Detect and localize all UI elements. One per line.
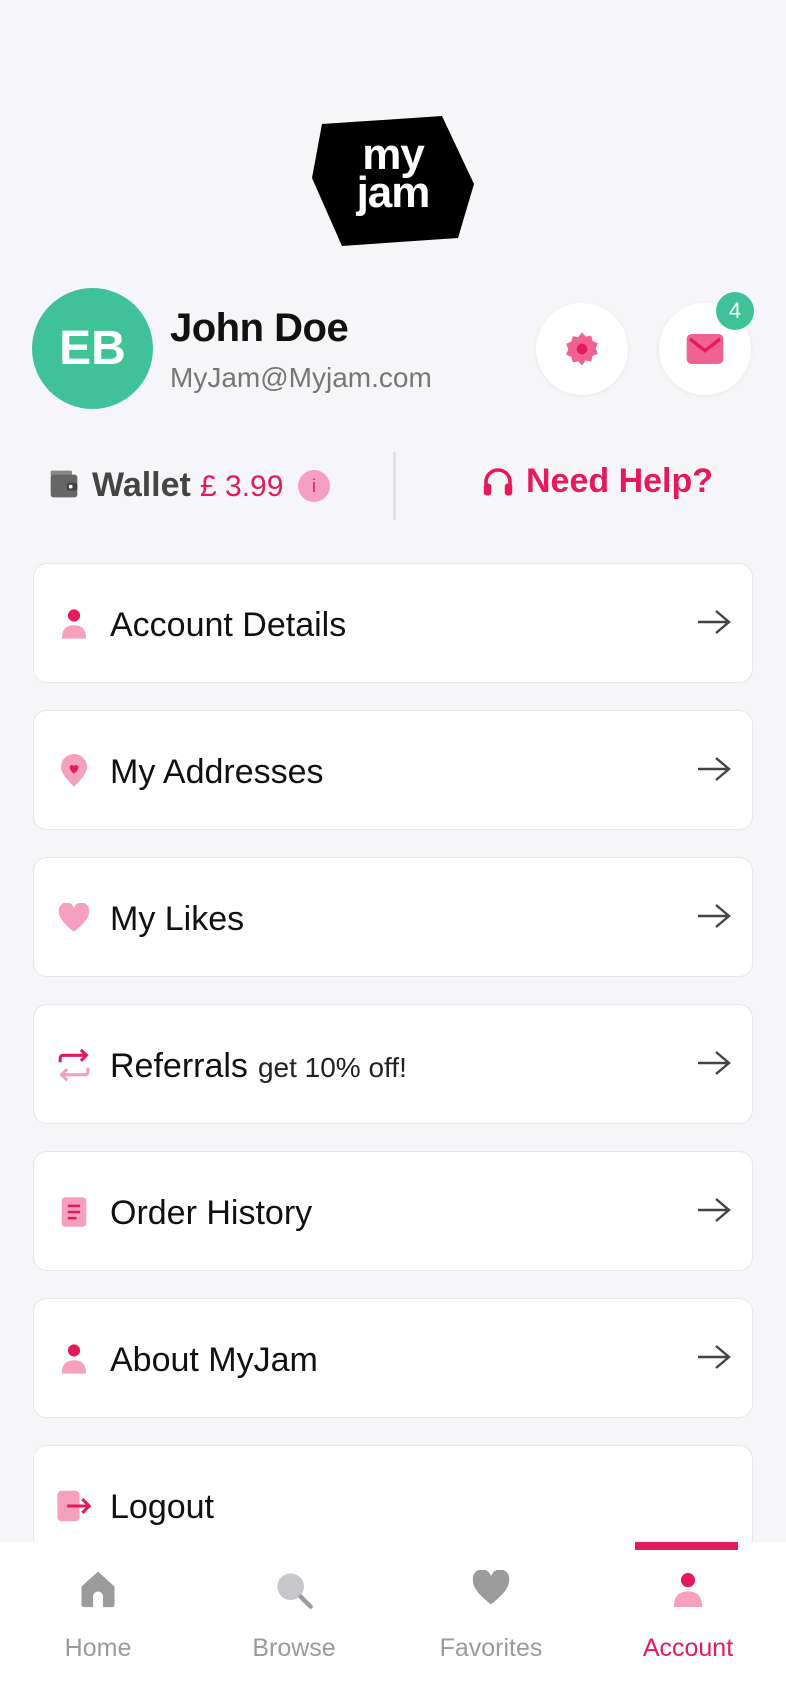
menu-label: Account Details — [110, 606, 347, 644]
menu-my-likes[interactable]: My Likes — [33, 857, 753, 977]
heart-icon — [393, 1570, 589, 1606]
menu-label: About MyJam — [110, 1341, 318, 1379]
arrow-right-icon — [696, 1196, 732, 1229]
user-email: MyJam@Myjam.com — [170, 362, 432, 393]
need-help-label: Need Help? — [526, 462, 714, 500]
nav-label: Account — [642, 1634, 734, 1662]
user-name: John Doe — [170, 306, 349, 350]
mail-icon — [686, 334, 724, 364]
menu-label: Logout — [110, 1488, 214, 1526]
notification-badge: 4 — [716, 292, 754, 330]
referrals-promo: get 10% off! — [257, 1052, 407, 1083]
logo-wordmark: my jam — [356, 130, 431, 217]
menu-account-details[interactable]: Account Details — [33, 563, 753, 683]
nav-label: Favorites — [439, 1634, 543, 1662]
arrow-right-icon — [696, 608, 732, 641]
heart-icon — [56, 900, 92, 936]
wallet-icon — [48, 468, 80, 505]
logout-icon — [56, 1488, 92, 1524]
nav-label: Home — [64, 1634, 132, 1662]
user-icon — [56, 1341, 92, 1377]
info-icon[interactable]: i — [298, 470, 330, 502]
nav-home[interactable]: Home — [0, 1542, 196, 1682]
user-icon — [590, 1570, 786, 1610]
myjam-logo: my jam — [312, 116, 474, 246]
nav-label: Browse — [252, 1634, 336, 1662]
avatar[interactable]: EB — [32, 288, 153, 409]
menu-label: My Likes — [110, 900, 245, 938]
arrow-right-icon — [696, 1049, 732, 1082]
wallet-row: Wallet £ 3.99 i Need Help? — [0, 452, 786, 522]
headphones-icon — [483, 467, 513, 495]
menu-about-myjam[interactable]: About MyJam — [33, 1298, 753, 1418]
search-icon — [196, 1570, 392, 1610]
nav-favorites[interactable]: Favorites — [393, 1542, 589, 1682]
menu-order-history[interactable]: Order History — [33, 1151, 753, 1271]
divider — [393, 452, 396, 520]
arrow-right-icon — [696, 1343, 732, 1376]
location-heart-icon — [56, 753, 92, 789]
referrals-label: Referrals — [110, 1047, 248, 1085]
gear-icon — [566, 332, 598, 366]
bottom-nav: Home Browse Favorites Account — [0, 1542, 786, 1704]
referral-arrows-icon — [56, 1047, 92, 1083]
nav-browse[interactable]: Browse — [196, 1542, 392, 1682]
menu-referrals[interactable]: Referrals get 10% off! — [33, 1004, 753, 1124]
menu-my-addresses[interactable]: My Addresses — [33, 710, 753, 830]
account-page: my jam EB John Doe MyJam@Myjam.com 4 Wall… — [0, 0, 786, 1704]
nav-account[interactable]: Account — [590, 1542, 786, 1682]
arrow-right-icon — [696, 902, 732, 935]
user-icon — [56, 606, 92, 642]
menu-label: Order History — [110, 1194, 313, 1232]
menu-label: My Addresses — [110, 753, 324, 791]
wallet-label: Wallet — [92, 466, 191, 504]
arrow-right-icon — [696, 755, 732, 788]
home-icon — [0, 1570, 196, 1608]
need-help-link[interactable]: Need Help? — [480, 462, 713, 501]
receipt-icon — [56, 1194, 92, 1230]
wallet-amount: £ 3.99 — [200, 470, 284, 503]
settings-button[interactable] — [536, 303, 628, 395]
menu-label: Referrals get 10% off! — [110, 1047, 407, 1086]
